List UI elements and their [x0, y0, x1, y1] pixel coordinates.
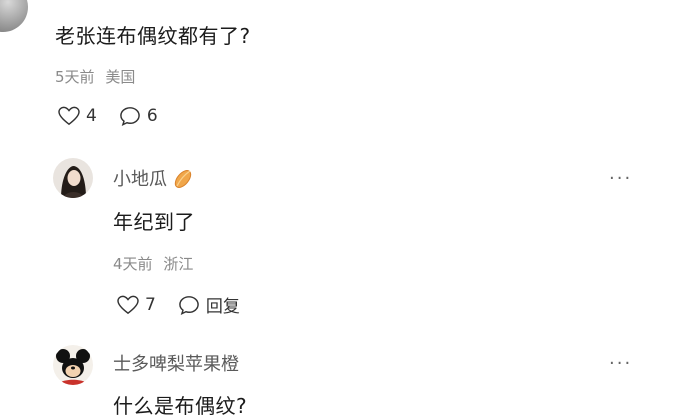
- heart-icon: [117, 295, 139, 314]
- like-count: 7: [145, 294, 156, 315]
- reply-text: 年纪到了: [113, 210, 195, 234]
- avatar-xiaodigua[interactable]: [53, 158, 93, 198]
- sweet-potato-icon: [174, 170, 192, 188]
- comment-location: 美国: [105, 68, 136, 86]
- reply-button[interactable]: 回复: [178, 292, 240, 317]
- like-count: 4: [86, 106, 97, 126]
- username[interactable]: 小地瓜: [113, 165, 195, 191]
- heart-icon: [58, 106, 80, 126]
- comment-meta: 5天前 美国: [55, 66, 135, 87]
- reply-actions: 7 回复: [117, 292, 240, 317]
- avatar[interactable]: [0, 0, 28, 32]
- avatar-image: [53, 345, 93, 385]
- reply-count: 6: [146, 106, 158, 126]
- reply-text: 什么是布偶纹?: [113, 394, 248, 418]
- like-button[interactable]: 7: [117, 295, 156, 315]
- reply-count-button[interactable]: 6: [119, 106, 158, 126]
- avatar-shiduo[interactable]: [53, 345, 93, 385]
- like-button[interactable]: 4: [58, 106, 97, 126]
- comment-bubble-icon: [179, 295, 199, 315]
- comment-actions: 4 6: [58, 106, 158, 126]
- username-text: 士多啤梨苹果橙: [113, 354, 239, 375]
- more-options-icon[interactable]: ···: [609, 353, 632, 374]
- reply-label: 回复: [205, 297, 240, 317]
- comment-time: 5天前: [55, 68, 95, 86]
- avatar-image: [53, 158, 93, 198]
- username[interactable]: 士多啤梨苹果橙: [113, 350, 239, 376]
- reply-meta: 4天前 浙江: [113, 253, 193, 274]
- reply-time: 4天前: [113, 255, 153, 273]
- comment-bubble-icon: [120, 107, 140, 126]
- more-options-icon[interactable]: ···: [609, 168, 632, 189]
- comment-text: 老张连布偶纹都有了?: [55, 24, 251, 48]
- username-text: 小地瓜: [113, 169, 167, 190]
- reply-location: 浙江: [163, 255, 194, 273]
